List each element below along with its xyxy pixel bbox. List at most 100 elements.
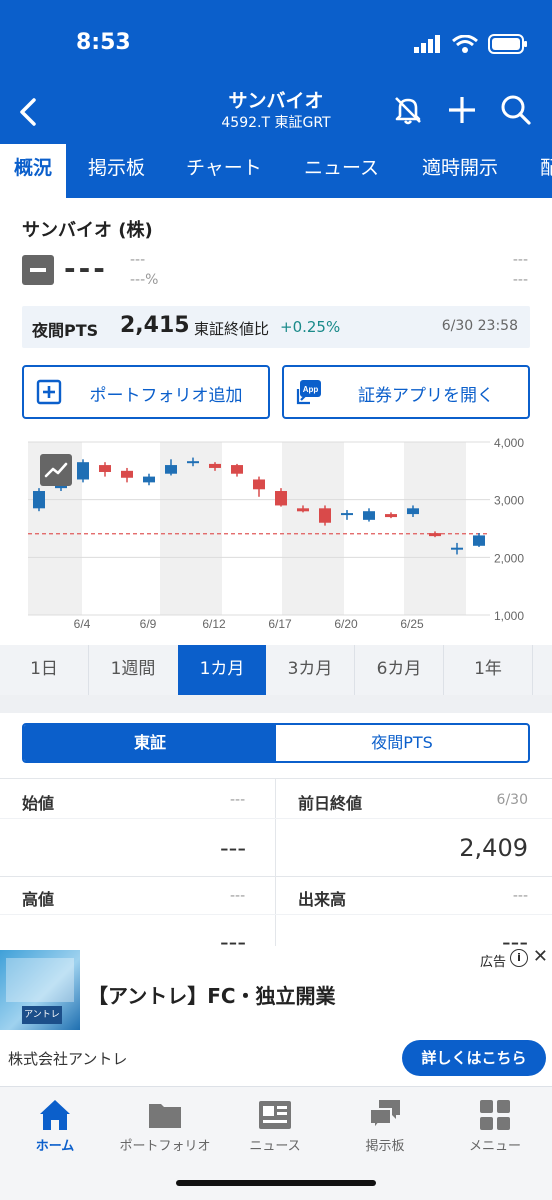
chart-candle-body <box>275 491 287 506</box>
trend-line-icon <box>44 462 68 478</box>
signal-icon <box>414 35 440 53</box>
chart-candle-body <box>231 465 243 474</box>
price-chart[interactable]: 4,000 3,000 2,000 1,000 6/4 6/9 6/12 6/17 6/20 6/… <box>0 430 552 640</box>
prev-close-value: 2,409 <box>459 834 528 862</box>
right-value-bottom: --- <box>512 272 528 288</box>
chart-x-tick-label: 6/25 <box>400 617 424 631</box>
segment-pts[interactable]: 夜間PTS <box>276 725 528 761</box>
section-tabs: 概況 掲示板 チャート ニュース 適時開示 配 <box>0 144 552 198</box>
ad-thumbnail-badge: アントレ <box>22 1006 62 1024</box>
nav-news[interactable]: ニュース <box>220 1097 330 1157</box>
prev-close-label: 前日終値 <box>298 794 363 813</box>
chart-y-tick-label: 2,000 <box>494 551 524 565</box>
pts-compare-pct: +0.25% <box>280 318 341 336</box>
grid-divider <box>0 778 552 779</box>
period-6m[interactable]: 6カ月 <box>355 645 443 695</box>
period-1d[interactable]: 1日 <box>0 645 88 695</box>
search-button[interactable] <box>498 92 534 128</box>
status-time: 8:53 <box>76 30 131 55</box>
section-separator <box>0 695 552 713</box>
tab-board[interactable]: 掲示板 <box>88 144 145 198</box>
prev-close-date: 6/30 <box>496 792 528 808</box>
open-app-label: 証券アプリを開く <box>358 386 494 406</box>
status-icons <box>414 34 528 54</box>
open-app-button[interactable]: App 証券アプリを開く <box>282 365 530 419</box>
chart-candle-body <box>165 465 177 474</box>
nav-bar: サンバイオ 4592.T 東証GRT <box>0 84 552 144</box>
open-label: 始値 <box>22 794 55 813</box>
chart-candle-body <box>297 508 309 512</box>
app-icon: App <box>296 380 321 405</box>
tab-more[interactable]: 配 <box>540 144 552 198</box>
ad-banner[interactable]: アントレ 広告 i ✕ 【アントレ】FC・独立開業 株式会社アントレ 詳しくはこ… <box>0 946 552 1086</box>
ad-label: 広告 <box>479 955 506 970</box>
add-portfolio-label: ポートフォリオ追加 <box>89 386 243 406</box>
period-1y[interactable]: 1年 <box>444 645 532 695</box>
nav-portfolio[interactable]: ポートフォリオ <box>110 1097 220 1157</box>
period-1m[interactable]: 1カ月 <box>178 645 266 695</box>
period-1w[interactable]: 1週間 <box>89 645 177 695</box>
ad-company: 株式会社アントレ <box>8 1050 128 1068</box>
add-portfolio-button[interactable]: ポートフォリオ追加 <box>22 365 270 419</box>
chart-week-band <box>282 442 344 615</box>
tab-disclosure[interactable]: 適時開示 <box>422 144 498 198</box>
tab-news[interactable]: ニュース <box>304 144 379 198</box>
chart-candle-body <box>429 533 441 537</box>
chart-candle-body <box>99 465 111 472</box>
ad-thumbnail[interactable]: アントレ <box>0 950 80 1030</box>
chart-candle-body <box>385 514 397 518</box>
volume-meta: --- <box>512 888 528 904</box>
chart-candle-body <box>143 476 155 483</box>
nav-menu[interactable]: メニュー <box>440 1097 550 1157</box>
high-label: 高値 <box>22 890 55 909</box>
open-meta: --- <box>230 792 246 808</box>
period-tabs: 1日 1週間 1カ月 3カ月 6カ月 1年 <box>0 645 552 695</box>
chart-toggle-button[interactable] <box>40 454 72 486</box>
chart-candle-body <box>319 508 331 523</box>
search-icon <box>501 95 531 125</box>
flat-indicator-icon <box>22 255 54 285</box>
volume-label: 出来高 <box>298 890 347 909</box>
chart-week-band <box>404 442 466 615</box>
ad-close-icon[interactable]: ✕ <box>533 946 548 967</box>
current-price: --- <box>64 252 108 285</box>
chart-candle-body <box>33 491 45 509</box>
tab-chart[interactable]: チャート <box>186 144 262 198</box>
price-change: --- <box>130 252 146 268</box>
open-value: --- <box>220 834 246 862</box>
ad-title[interactable]: 【アントレ】FC・独立開業 <box>88 980 336 1009</box>
nav-home[interactable]: ホーム <box>0 1097 110 1157</box>
chart-candle-body <box>77 462 89 480</box>
price-change-pct: ---% <box>130 272 159 288</box>
nav-board[interactable]: 掲示板 <box>330 1097 440 1157</box>
chart-candle-body <box>363 511 375 520</box>
newspaper-icon <box>259 1101 291 1129</box>
chart-x-tick-label: 6/20 <box>334 617 358 631</box>
chart-x-tick-label: 6/4 <box>74 617 91 631</box>
chart-candle-body <box>473 535 485 546</box>
high-meta: --- <box>230 888 246 904</box>
period-divider <box>532 645 533 695</box>
tab-overview[interactable]: 概況 <box>0 144 66 198</box>
segment-tse[interactable]: 東証 <box>24 725 276 761</box>
chart-y-tick-label: 3,000 <box>494 494 524 508</box>
chart-candle-body <box>253 479 265 490</box>
add-button[interactable] <box>444 92 480 128</box>
ad-cta-button[interactable]: 詳しくはこちら <box>402 1040 546 1076</box>
pts-price: 2,415 <box>120 313 190 338</box>
mute-alert-button[interactable] <box>390 92 426 128</box>
grid-menu-icon <box>480 1100 510 1130</box>
wifi-icon <box>452 35 478 53</box>
right-value-top: --- <box>512 252 528 268</box>
ad-thumbnail-text-area <box>6 958 74 1002</box>
pts-label: 夜間PTS <box>32 321 99 340</box>
nav-board-label: 掲示板 <box>365 1139 405 1154</box>
candlestick-chart: 4,000 3,000 2,000 1,000 6/4 6/9 6/12 6/17 6/20 6/… <box>28 436 524 631</box>
chart-candle-body <box>407 508 419 515</box>
chart-y-tick-label: 1,000 <box>494 609 524 623</box>
home-indicator <box>176 1180 376 1186</box>
ad-info-icon[interactable]: i <box>510 949 528 967</box>
period-3m[interactable]: 3カ月 <box>266 645 354 695</box>
stock-name: サンバイオ (株) <box>22 220 153 241</box>
nav-actions <box>390 92 534 128</box>
